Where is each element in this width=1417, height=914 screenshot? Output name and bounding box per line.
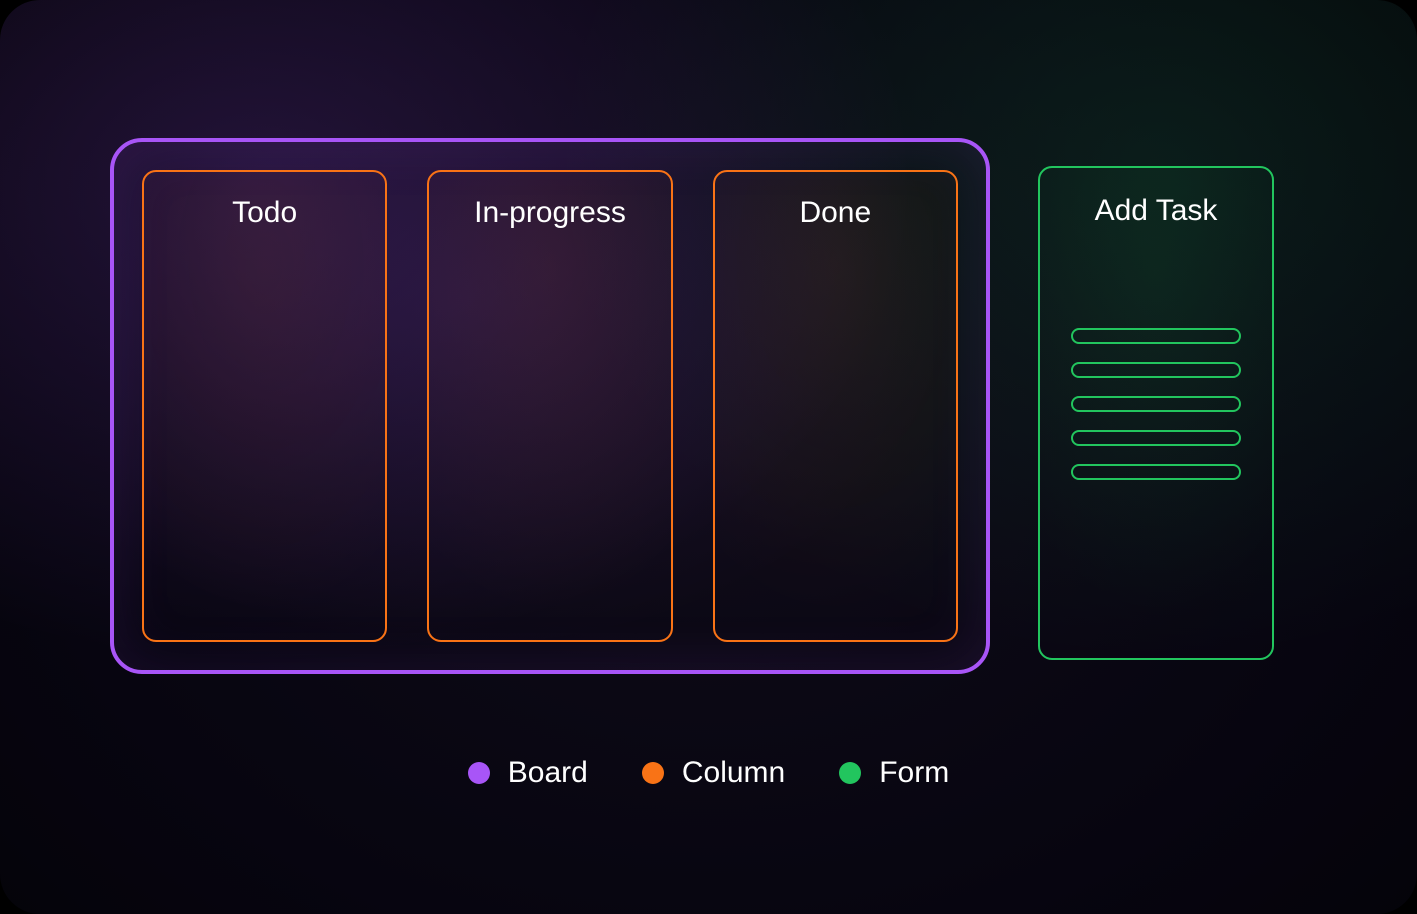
legend-item-board: Board — [468, 756, 588, 790]
form-title: Add Task — [1066, 194, 1246, 228]
legend-label-column: Column — [682, 756, 785, 790]
form-field-placeholder — [1071, 464, 1241, 480]
form-container: Add Task — [1038, 166, 1274, 660]
legend-dot-green-icon — [839, 762, 861, 784]
column-done: Done — [713, 170, 958, 642]
column-in-progress: In-progress — [427, 170, 672, 642]
form-field-placeholder — [1071, 328, 1241, 344]
column-title-done: Done — [715, 196, 956, 230]
legend-dot-orange-icon — [642, 762, 664, 784]
column-title-todo: Todo — [144, 196, 385, 230]
diagram-canvas: Todo In-progress Done Add Task Board Col… — [0, 0, 1417, 914]
column-todo: Todo — [142, 170, 387, 642]
form-field-placeholder — [1071, 396, 1241, 412]
form-fields-group — [1066, 328, 1246, 480]
board-container: Todo In-progress Done — [110, 138, 990, 674]
legend-label-board: Board — [508, 756, 588, 790]
legend-item-column: Column — [642, 756, 785, 790]
form-field-placeholder — [1071, 430, 1241, 446]
form-field-placeholder — [1071, 362, 1241, 378]
legend: Board Column Form — [0, 756, 1417, 790]
legend-item-form: Form — [839, 756, 949, 790]
legend-label-form: Form — [879, 756, 949, 790]
legend-dot-purple-icon — [468, 762, 490, 784]
column-title-in-progress: In-progress — [429, 196, 670, 230]
